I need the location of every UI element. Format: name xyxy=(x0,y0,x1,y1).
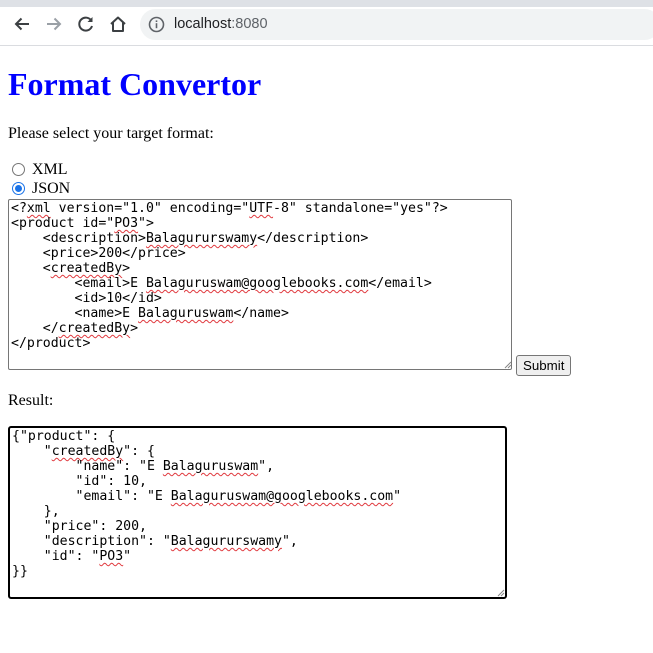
spellcheck-word: Balaguruswam xyxy=(162,459,259,474)
home-icon[interactable] xyxy=(106,12,130,36)
format-option-json[interactable]: JSON xyxy=(12,179,70,198)
spellcheck-word: PO3 xyxy=(114,216,139,231)
page-title: Format Convertor xyxy=(8,66,262,102)
resize-grip-icon[interactable] xyxy=(503,360,512,369)
spellcheck-word: createdBy xyxy=(58,321,131,336)
result-label: Result: xyxy=(8,392,54,409)
address-bar[interactable]: localhost:8080 xyxy=(140,9,653,40)
json-result-textarea[interactable]: {"product": { "createdBy": { "name": "E … xyxy=(8,426,507,599)
xml-radio[interactable] xyxy=(12,163,25,176)
spellcheck-word: PO3 xyxy=(99,549,124,564)
browser-toolbar: localhost:8080 xyxy=(0,0,653,46)
info-icon[interactable] xyxy=(148,16,165,33)
spellcheck-word: Balaguruswam xyxy=(138,306,234,321)
spellcheck-word: UTF xyxy=(249,201,274,216)
spellcheck-word: Balaguruswam@googlebooks.com xyxy=(170,489,394,504)
json-radio[interactable] xyxy=(12,182,25,195)
reload-icon[interactable] xyxy=(74,12,98,36)
url-port: :8080 xyxy=(231,16,268,32)
spellcheck-word: createdBy xyxy=(50,261,123,276)
spellcheck-word: Balaguruswam@googlebooks.com xyxy=(145,276,369,291)
format-prompt: Please select your target format: xyxy=(8,125,214,142)
xml-radio-label: XML xyxy=(32,161,68,178)
submit-button[interactable]: Submit xyxy=(516,355,572,376)
forward-arrow-icon[interactable] xyxy=(42,12,66,36)
spellcheck-word: Balagururswamy xyxy=(170,534,282,549)
resize-grip-icon[interactable] xyxy=(496,588,505,597)
spellcheck-word: xml xyxy=(26,201,51,216)
json-radio-label: JSON xyxy=(32,180,71,197)
tab-strip xyxy=(0,0,653,7)
spellcheck-word: Balagururswamy xyxy=(145,231,258,246)
xml-input-textarea[interactable]: <?xml version="1.0" encoding="UTF-8" sta… xyxy=(8,199,512,370)
url-host: localhost xyxy=(174,16,232,32)
spellcheck-word: createdBy xyxy=(51,444,124,459)
format-option-xml[interactable]: XML xyxy=(12,160,68,179)
url-text: localhost:8080 xyxy=(174,16,268,33)
back-arrow-icon[interactable] xyxy=(10,12,34,36)
